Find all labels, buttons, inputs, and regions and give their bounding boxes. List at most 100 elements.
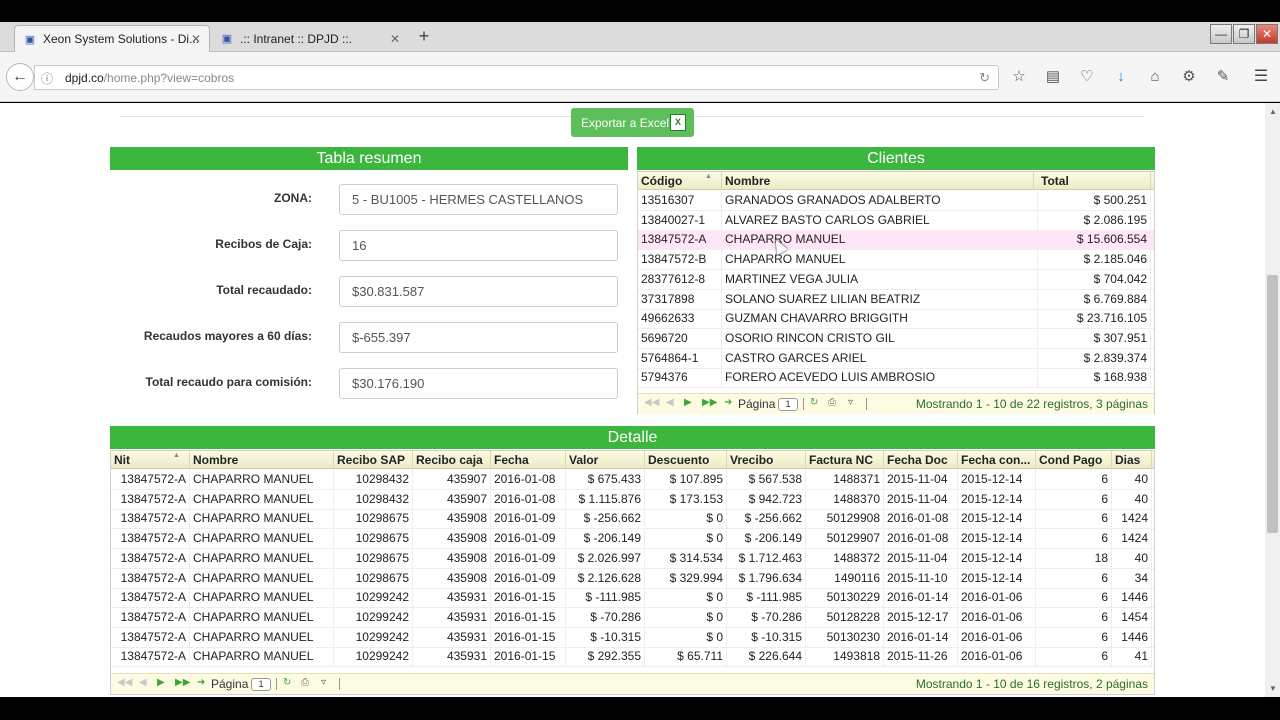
detail-row[interactable]: 13847572-A CHAPARRO MANUEL 10298432 435907 2…	[111, 470, 1154, 490]
tab-xeon[interactable]: ▣ Xeon System Solutions - Di... ✕	[14, 25, 210, 52]
new-tab-button[interactable]: +	[414, 26, 434, 46]
address-bar[interactable]: ⓘ dpjd.co/home.php?view=cobros ↻	[34, 65, 999, 90]
cell-fecha: 2016-01-15	[491, 588, 566, 608]
cell-valor: $ 675.433	[566, 470, 645, 489]
cell-nombre: CHAPARRO MANUEL	[190, 529, 334, 549]
recibos-field[interactable]: 16	[339, 230, 618, 261]
filter-icon[interactable]: ▿	[848, 397, 853, 408]
recaudos-60-field[interactable]: $-655.397	[339, 322, 618, 353]
refresh-icon[interactable]: ↻	[810, 397, 818, 408]
download-icon[interactable]: ↓	[1110, 65, 1132, 89]
hamburger-menu-icon[interactable]: ☰	[1250, 65, 1272, 89]
detail-pager: ◀◀ ◀ ▶ ▶▶ ➜ Página 1 ↻ ⎙ ▿ Mostrando 1 -…	[111, 673, 1154, 694]
client-row[interactable]: 13847572-A CHAPARRO MANUEL $ 15.606.554	[638, 230, 1154, 251]
cell-nit: 13847572-A	[111, 568, 190, 588]
tab-strip: ▣ Xeon System Solutions - Di... ✕ ▣ .:: …	[0, 22, 1280, 52]
cell-descuento: $ 0	[645, 607, 727, 627]
cell-recibo-sap: 10299242	[334, 588, 413, 608]
client-row[interactable]: 13840027-1 ALVAREZ BASTO CARLOS GABRIEL $ …	[638, 210, 1154, 231]
clients-grid: Código ▲ Nombre Total 13516307 GRANADOS G…	[637, 171, 1155, 414]
total-comision-field[interactable]: $30.176.190	[339, 368, 618, 399]
client-row[interactable]: 49662633 GUZMAN CHAVARRO BRIGGITH $ 23.716…	[638, 309, 1154, 330]
close-tab-icon[interactable]: ✕	[390, 32, 400, 46]
client-row[interactable]: 5764864-1 CASTRO GARCES ARIEL $ 2.839.374	[638, 348, 1154, 369]
cell-fecha-doc: 2016-01-08	[884, 509, 958, 529]
detail-row[interactable]: 13847572-A CHAPARRO MANUEL 10299242 435931 2…	[111, 607, 1154, 628]
col-total[interactable]: Total	[1038, 172, 1151, 190]
sync-icon[interactable]: ⚙	[1178, 65, 1200, 89]
vertical-scrollbar[interactable]: ▲ ▼	[1265, 103, 1280, 697]
info-icon[interactable]: ⓘ	[41, 70, 53, 87]
scroll-down-icon[interactable]: ▼	[1269, 684, 1277, 693]
star-icon[interactable]: ☆	[1008, 65, 1030, 89]
pocket-icon[interactable]: ♡	[1076, 65, 1098, 89]
client-row[interactable]: 13516307 GRANADOS GRANADOS ADALBERTO $ 500…	[638, 191, 1154, 211]
cell-descuento: $ 173.153	[645, 489, 727, 509]
print-icon[interactable]: ⎙	[301, 677, 309, 688]
detail-row[interactable]: 13847572-A CHAPARRO MANUEL 10298675 435908 2…	[111, 548, 1154, 569]
scroll-up-icon[interactable]: ▲	[1269, 107, 1277, 116]
minimize-icon[interactable]: —	[1210, 24, 1232, 44]
next-page-icon[interactable]: ▶	[684, 397, 692, 408]
col-recibo-caja[interactable]: Recibo caja	[413, 451, 491, 469]
close-tab-icon[interactable]: ✕	[191, 32, 201, 46]
refresh-icon[interactable]: ↻	[283, 677, 291, 688]
detail-row[interactable]: 13847572-A CHAPARRO MANUEL 10298432 435907 2…	[111, 489, 1154, 510]
export-excel-button[interactable]: Exportar a Excel X	[571, 108, 694, 137]
cell-codigo: 49662633	[638, 309, 722, 329]
col-cond-pago[interactable]: Cond Pago	[1036, 451, 1112, 469]
close-window-icon[interactable]: ✕	[1256, 24, 1278, 44]
detail-row[interactable]: 13847572-A CHAPARRO MANUEL 10299242 435931 2…	[111, 647, 1154, 668]
scroll-thumb[interactable]	[1267, 275, 1278, 533]
col-fecha-doc[interactable]: Fecha Doc	[884, 451, 958, 469]
next-page-icon[interactable]: ▶	[157, 677, 165, 688]
cell-nit: 13847572-A	[111, 647, 190, 667]
col-factura-nc[interactable]: Factura NC	[806, 451, 884, 469]
zona-field[interactable]: 5 - BU1005 - HERMES CASTELLANOS	[339, 184, 618, 215]
page-input[interactable]: 1	[778, 398, 798, 411]
cell-cond-pago: 6	[1036, 509, 1112, 529]
total-recaudado-field[interactable]: $30.831.587	[339, 276, 618, 307]
clients-pager-info: Mostrando 1 - 10 de 22 registros, 3 pági…	[915, 397, 1148, 411]
last-page-icon[interactable]: ▶▶	[175, 677, 190, 688]
detail-row[interactable]: 13847572-A CHAPARRO MANUEL 10299242 435931 2…	[111, 588, 1154, 609]
col-fecha[interactable]: Fecha	[491, 451, 566, 469]
first-page-icon[interactable]: ◀◀	[644, 397, 659, 408]
filter-icon[interactable]: ▿	[321, 677, 326, 688]
col-dias[interactable]: Dias	[1112, 451, 1152, 469]
col-recibo-sap[interactable]: Recibo SAP	[334, 451, 413, 469]
tab-intranet[interactable]: ▣ .:: Intranet :: DPJD ::. ✕	[212, 25, 408, 52]
cell-recibo-sap: 10298675	[334, 548, 413, 568]
prev-page-icon[interactable]: ◀	[139, 677, 147, 688]
prev-page-icon[interactable]: ◀	[666, 397, 674, 408]
detail-row[interactable]: 13847572-A CHAPARRO MANUEL 10298675 435908 2…	[111, 509, 1154, 530]
col-fecha-con[interactable]: Fecha con...	[958, 451, 1036, 469]
print-icon[interactable]: ⎙	[828, 397, 836, 408]
extension-icon[interactable]: ✎	[1212, 65, 1234, 89]
last-page-icon[interactable]: ▶▶	[702, 397, 717, 408]
detail-row[interactable]: 13847572-A CHAPARRO MANUEL 10298675 435908 2…	[111, 568, 1154, 589]
back-arrow-icon[interactable]: ←	[6, 63, 34, 91]
first-page-icon[interactable]: ◀◀	[117, 677, 132, 688]
reading-list-icon[interactable]: ▤	[1042, 65, 1064, 89]
client-row[interactable]: 13847572-B CHAPARRO MANUEL $ 2.185.046	[638, 250, 1154, 271]
maximize-icon[interactable]: ❐	[1233, 24, 1255, 44]
detail-row[interactable]: 13847572-A CHAPARRO MANUEL 10298675 435908 2…	[111, 529, 1154, 550]
col-descuento[interactable]: Descuento	[645, 451, 727, 469]
reload-icon[interactable]: ↻	[979, 70, 990, 86]
col-vrecibo[interactable]: Vrecibo	[727, 451, 806, 469]
page-input[interactable]: 1	[251, 678, 271, 691]
col-valor[interactable]: Valor	[566, 451, 645, 469]
detail-row[interactable]: 13847572-A CHAPARRO MANUEL 10299242 435931 2…	[111, 627, 1154, 648]
site-favicon-icon: ▣	[221, 33, 233, 45]
client-row[interactable]: 5696720 OSORIO RINCON CRISTO GIL $ 307.951	[638, 328, 1154, 349]
col-nombre[interactable]: Nombre	[722, 172, 1034, 190]
cell-fecha: 2016-01-09	[491, 568, 566, 588]
client-row[interactable]: 28377612-8 MARTINEZ VEGA JULIA $ 704.042	[638, 269, 1154, 290]
cell-recibo-caja: 435908	[413, 509, 491, 529]
cell-vrecibo: $ -10.315	[727, 627, 806, 647]
client-row[interactable]: 5794376 FORERO ACEVEDO LUIS AMBROSIO $ 168…	[638, 368, 1154, 389]
home-icon[interactable]: ⌂	[1144, 65, 1166, 89]
col-nombre[interactable]: Nombre	[190, 451, 334, 469]
client-row[interactable]: 37317898 SOLANO SUAREZ LILIAN BEATRIZ $ 6.…	[638, 289, 1154, 310]
